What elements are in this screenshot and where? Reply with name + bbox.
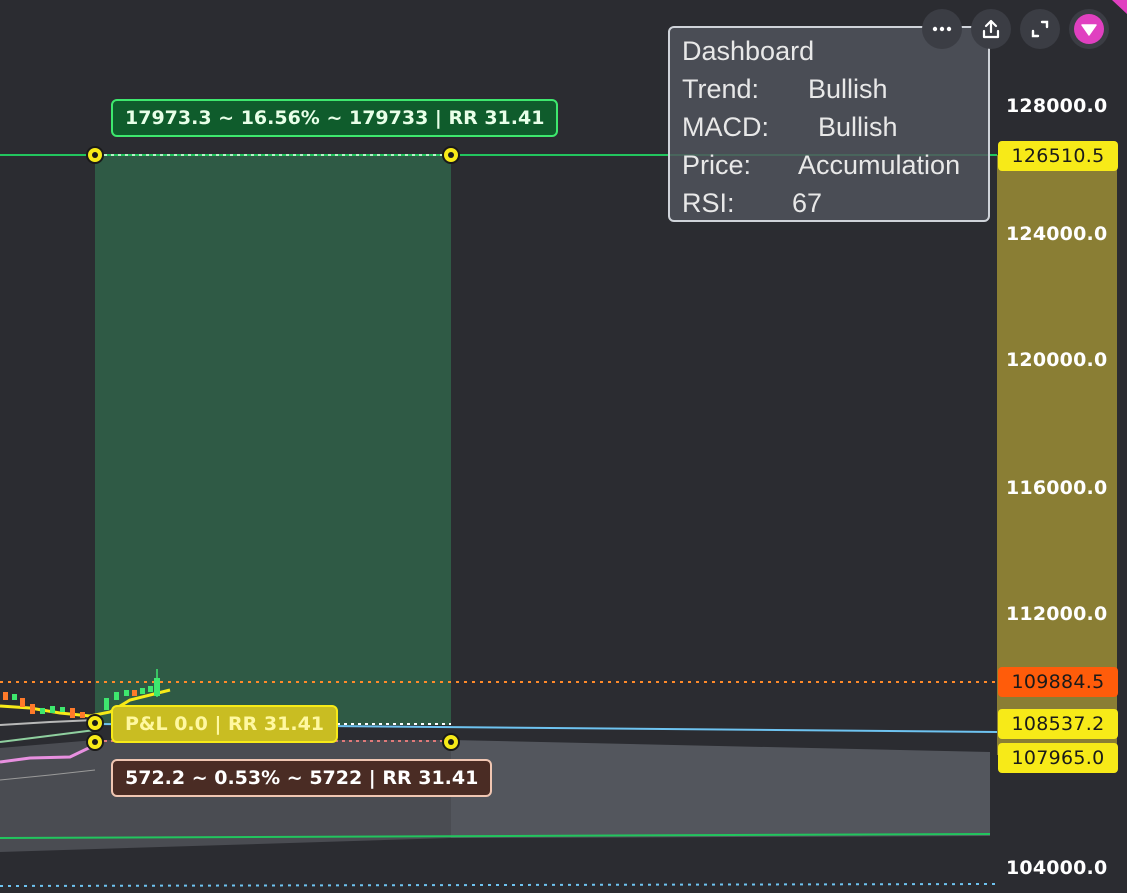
candle	[30, 704, 35, 714]
more-button[interactable]	[922, 9, 962, 49]
target-price-tag: 126510.5	[998, 141, 1118, 171]
target-label[interactable]: 17973.3 ~ 16.56% ~ 179733 | RR 31.41	[111, 99, 559, 137]
dashboard-panel: Dashboard Trend: Bullish MACD: Bullish P…	[668, 26, 990, 222]
candle	[12, 694, 17, 700]
upload-icon	[982, 19, 1000, 39]
fullscreen-button[interactable]	[1020, 9, 1060, 49]
loss-zone	[451, 740, 990, 838]
candle	[140, 688, 145, 694]
candle	[104, 698, 109, 710]
current-price-tag: 109884.5	[998, 667, 1118, 697]
dashboard-value: Bullish	[808, 74, 888, 104]
share-button[interactable]	[971, 9, 1011, 49]
price-tick: 116000.0	[1006, 477, 1108, 499]
candle	[114, 692, 119, 700]
candle	[154, 678, 160, 696]
candle	[132, 690, 137, 696]
candle	[80, 712, 85, 718]
pnl-label[interactable]: P&L 0.0 | RR 31.41	[111, 705, 339, 743]
ellipsis-icon	[932, 26, 952, 32]
candle	[60, 707, 65, 712]
chart-toolbar	[922, 9, 1109, 49]
candle	[20, 698, 25, 707]
candle	[40, 708, 45, 714]
price-tick: 112000.0	[1006, 603, 1108, 625]
dashboard-value: 67	[792, 188, 823, 218]
price-tick: 128000.0	[1006, 95, 1108, 117]
stop-price-tag: 107965.0	[998, 743, 1118, 773]
price-tick: 120000.0	[1006, 349, 1108, 371]
dashboard-value: Bullish	[818, 112, 898, 142]
triangle-down-icon	[1074, 14, 1104, 44]
candle	[50, 706, 55, 713]
entry-price-tag: 108537.2	[998, 709, 1118, 739]
price-tick: 124000.0	[1006, 223, 1108, 245]
green-band-line	[0, 729, 96, 743]
dashboard-value: Accumulation	[798, 150, 961, 180]
dashboard-row-rsi: RSI: 67	[682, 186, 988, 224]
dashboard-row-trend: Trend: Bullish	[682, 72, 988, 110]
expand-icon	[1031, 20, 1049, 38]
candle	[124, 690, 129, 696]
dashboard-key: RSI:	[682, 188, 735, 218]
dashboard-key: Trend:	[682, 74, 760, 104]
bottom-dotted-line	[0, 883, 998, 887]
dashboard-key: MACD:	[682, 112, 769, 142]
grey-band-line	[0, 719, 96, 726]
price-tick: 104000.0	[1006, 857, 1108, 879]
profit-zone[interactable]	[95, 155, 451, 725]
candle	[70, 708, 75, 718]
stop-label[interactable]: 572.2 ~ 0.53% ~ 5722 | RR 31.41	[111, 759, 493, 797]
candle	[3, 692, 8, 700]
dashboard-row-macd: MACD: Bullish	[682, 110, 988, 148]
collapse-button[interactable]	[1069, 9, 1109, 49]
dashboard-key: Price:	[682, 150, 752, 180]
candle	[148, 686, 153, 692]
dashboard-row-price: Price: Accumulation	[682, 148, 988, 186]
